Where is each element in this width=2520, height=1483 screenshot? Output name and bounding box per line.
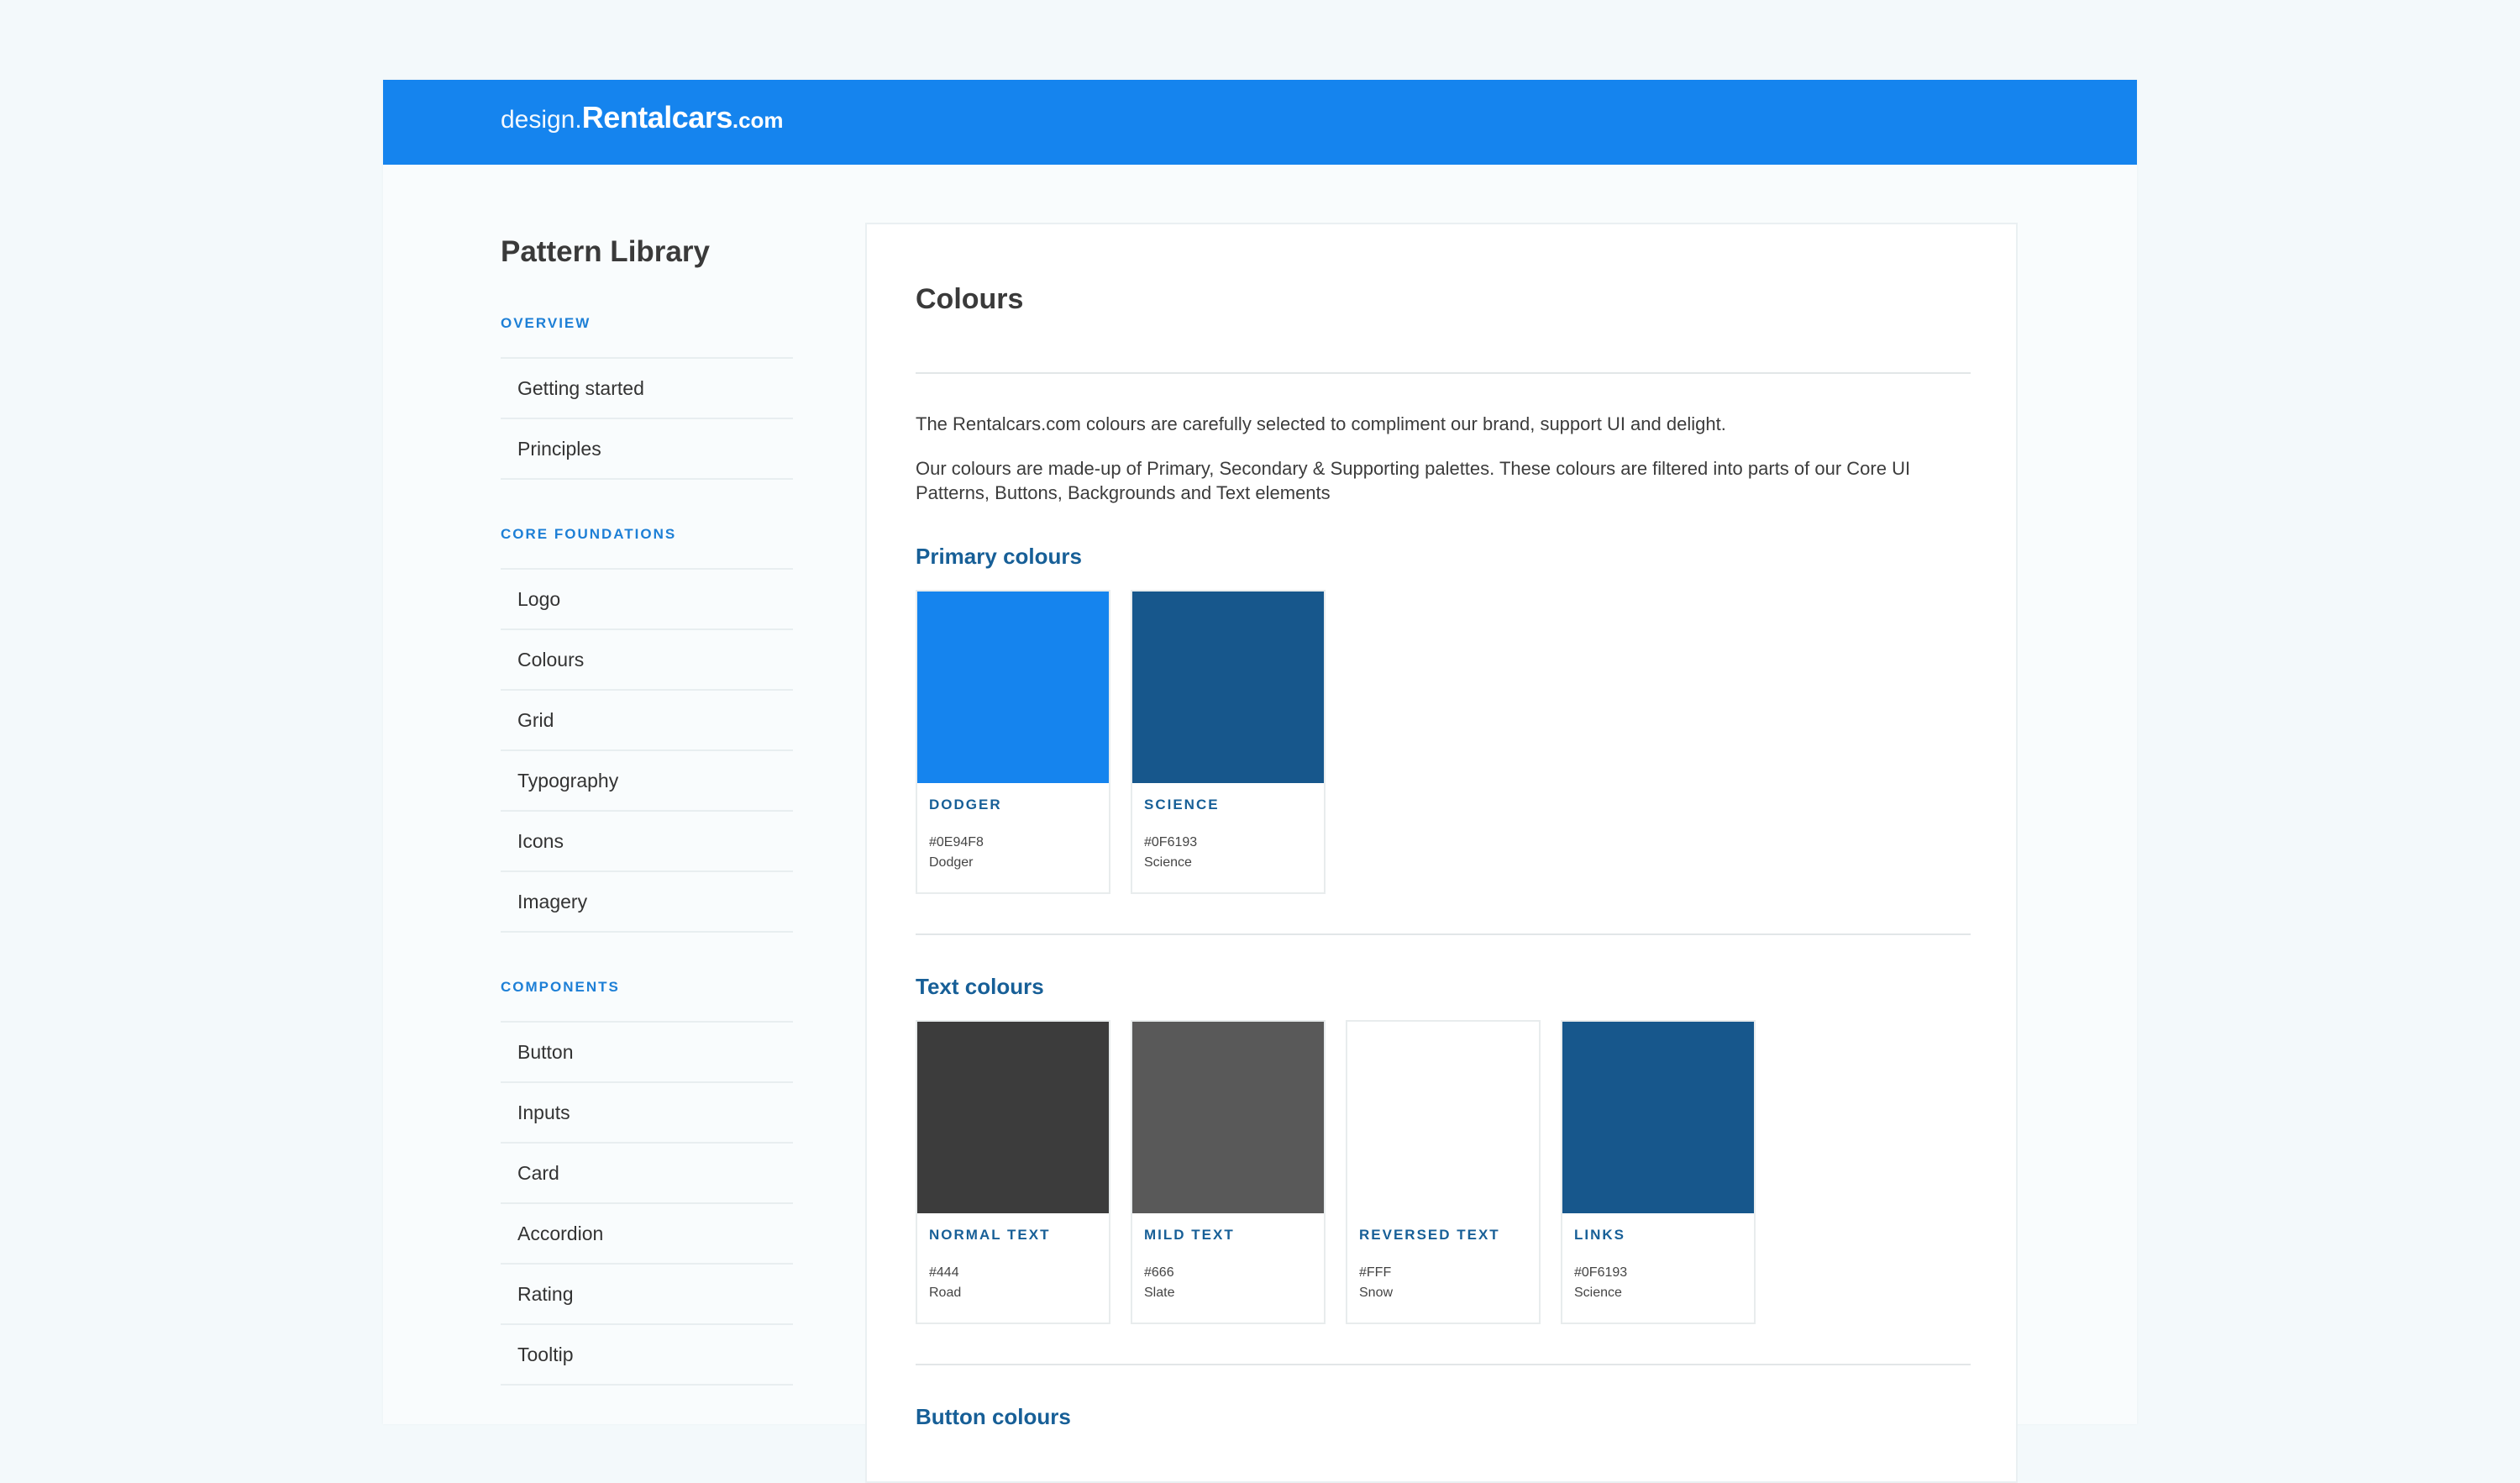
swatch-color-block — [1562, 1022, 1754, 1213]
swatch-name: NORMAL TEXT — [929, 1227, 1051, 1243]
swatch-color-block — [917, 1022, 1109, 1213]
swatch-mild-text[interactable]: MILD TEXT #666 Slate — [1131, 1020, 1326, 1324]
text-colours-heading: Text colours — [916, 974, 1044, 999]
sidebar: Pattern Library OVERVIEW Getting started… — [501, 227, 793, 1386]
logo-prefix: design. — [501, 106, 582, 134]
text-divider — [916, 1364, 1971, 1365]
swatch-hex: #444 — [929, 1265, 959, 1280]
swatch-label: Road — [929, 1286, 962, 1300]
swatch-color-block — [1132, 592, 1324, 783]
main-content: Colours The Rentalcars.com colours are c… — [865, 223, 2018, 1483]
logo-suffix: .com — [732, 108, 784, 133]
swatch-label: Science — [1574, 1286, 1622, 1300]
intro-paragraph-2: Our colours are made-up of Primary, Seco… — [916, 458, 1911, 503]
sidebar-section-components: COMPONENTS — [501, 979, 620, 995]
swatch-hex: #0F6193 — [1144, 835, 1198, 849]
sidebar-item-colours[interactable]: Colours — [501, 628, 793, 689]
swatch-hex: #FFF — [1359, 1265, 1392, 1280]
swatch-dodger[interactable]: DODGER #0E94F8 Dodger — [916, 590, 1110, 894]
sidebar-list-components: Button Inputs Card Accordion Rating Tool… — [501, 1021, 793, 1386]
intro-paragraph-1: The Rentalcars.com colours are carefully… — [916, 413, 1726, 434]
swatch-label: Snow — [1359, 1286, 1394, 1300]
logo-brand: Rentalcars — [581, 100, 733, 134]
swatch-hex: #0E94F8 — [929, 835, 984, 849]
page-title: Colours — [916, 283, 1024, 315]
swatch-label: Science — [1144, 855, 1192, 870]
sidebar-item-rating[interactable]: Rating — [501, 1263, 793, 1323]
swatch-name: SCIENCE — [1144, 797, 1220, 812]
swatch-name: LINKS — [1574, 1227, 1625, 1243]
site-logo[interactable]: design. Rentalcars .com — [501, 100, 784, 142]
sidebar-list-overview: Getting started Principles — [501, 357, 793, 480]
swatch-links[interactable]: LINKS #0F6193 Science — [1561, 1020, 1756, 1324]
sidebar-item-logo[interactable]: Logo — [501, 568, 793, 628]
swatch-name: DODGER — [929, 797, 1002, 812]
swatch-color-block — [1347, 1022, 1539, 1213]
swatch-color-block — [917, 592, 1109, 783]
swatch-label: Slate — [1144, 1286, 1175, 1300]
top-header: design. Rentalcars .com — [383, 80, 2137, 165]
sidebar-title: Pattern Library — [501, 235, 710, 268]
swatch-hex: #666 — [1144, 1265, 1174, 1280]
sidebar-item-imagery[interactable]: Imagery — [501, 870, 793, 933]
sidebar-list-core-foundations: Logo Colours Grid Typography Icons Image… — [501, 568, 793, 933]
swatch-name: MILD TEXT — [1144, 1227, 1235, 1243]
sidebar-item-button[interactable]: Button — [501, 1021, 793, 1081]
sidebar-item-icons[interactable]: Icons — [501, 810, 793, 870]
title-divider — [916, 372, 1971, 374]
sidebar-item-getting-started[interactable]: Getting started — [501, 357, 793, 418]
sidebar-item-tooltip[interactable]: Tooltip — [501, 1323, 793, 1386]
sidebar-section-core-foundations: CORE FOUNDATIONS — [501, 526, 677, 542]
sidebar-item-typography[interactable]: Typography — [501, 749, 793, 810]
primary-divider — [916, 933, 1971, 935]
swatch-label: Dodger — [929, 855, 974, 870]
primary-colours-heading: Primary colours — [916, 544, 1082, 569]
swatch-hex: #0F6193 — [1574, 1265, 1628, 1280]
sidebar-item-grid[interactable]: Grid — [501, 689, 793, 749]
swatch-name: REVERSED TEXT — [1359, 1227, 1500, 1243]
sidebar-item-inputs[interactable]: Inputs — [501, 1081, 793, 1142]
sidebar-item-principles[interactable]: Principles — [501, 418, 793, 480]
swatch-color-block — [1132, 1022, 1324, 1213]
swatch-science[interactable]: SCIENCE #0F6193 Science — [1131, 590, 1326, 894]
sidebar-section-overview: OVERVIEW — [501, 315, 591, 331]
swatch-normal-text[interactable]: NORMAL TEXT #444 Road — [916, 1020, 1110, 1324]
sidebar-item-accordion[interactable]: Accordion — [501, 1202, 793, 1263]
sidebar-item-card[interactable]: Card — [501, 1142, 793, 1202]
swatch-reversed-text[interactable]: REVERSED TEXT #FFF Snow — [1346, 1020, 1541, 1324]
